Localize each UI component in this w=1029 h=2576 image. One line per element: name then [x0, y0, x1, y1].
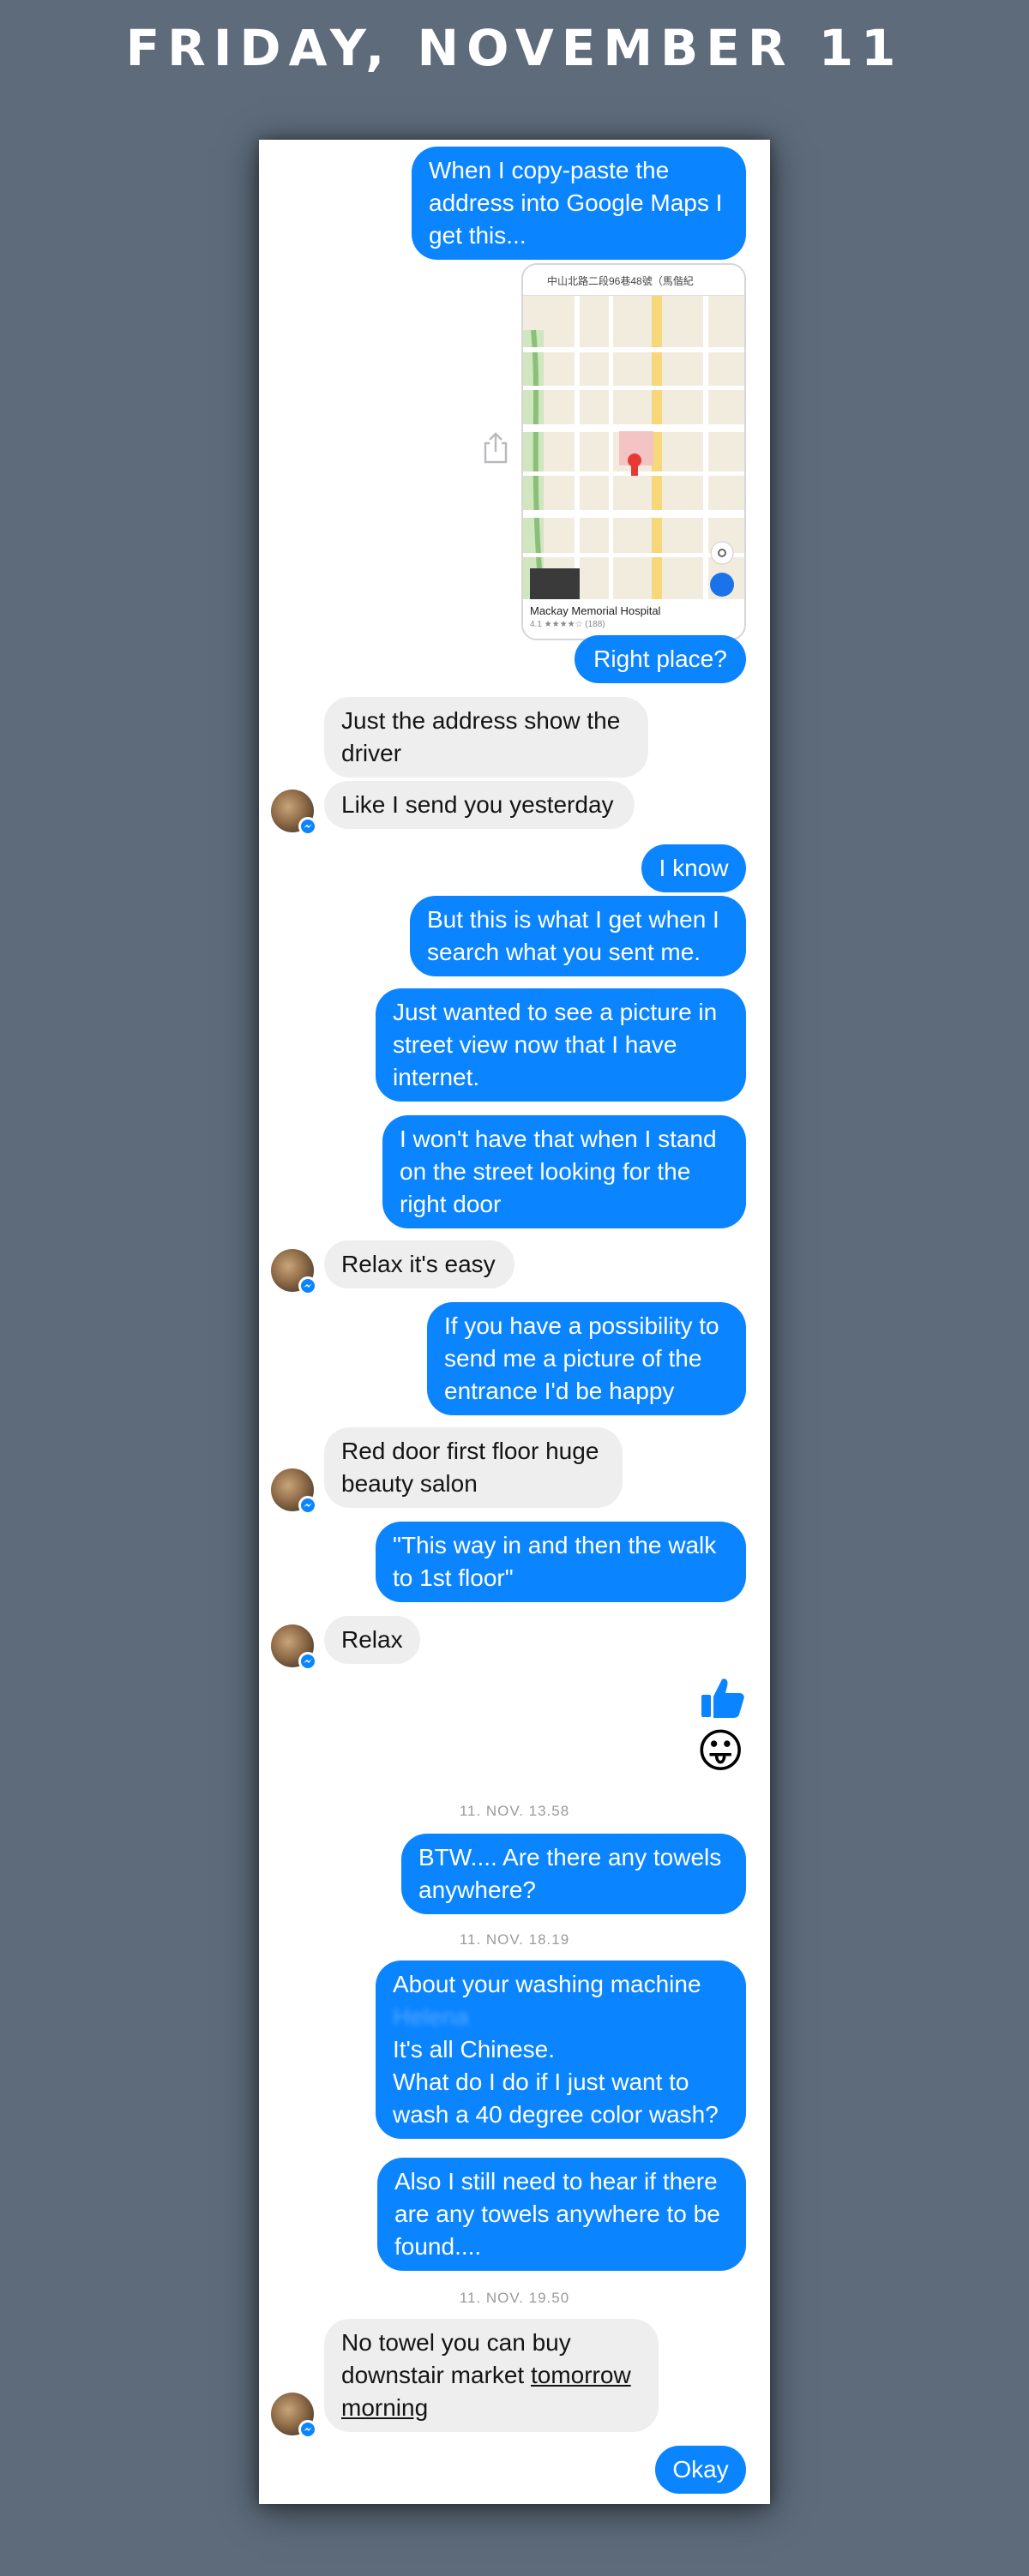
message-text: Also I still need to hear if there are a…	[394, 2168, 720, 2260]
message-outgoing[interactable]: About your washing machine Helena It's a…	[376, 1961, 746, 2139]
message-outgoing[interactable]: BTW.... Are there any towels anywhere?	[401, 1834, 746, 1914]
messenger-badge-icon	[298, 1652, 317, 1671]
message-text: BTW.... Are there any towels anywhere?	[418, 1844, 722, 1903]
message-text: But this is what I get when I search wha…	[427, 906, 719, 965]
message-text: Okay	[672, 2456, 729, 2483]
message-outgoing[interactable]: I know	[641, 844, 746, 892]
message-incoming[interactable]: Like I send you yesterday	[324, 781, 635, 829]
message-text: Right place?	[593, 646, 727, 672]
message-incoming[interactable]: Relax	[324, 1616, 420, 1664]
message-text: When I copy-paste the address into Googl…	[429, 157, 723, 249]
messenger-badge-icon	[298, 2420, 317, 2439]
messenger-badge-icon	[298, 1496, 317, 1515]
message-text-line: It's all Chinese.	[393, 2036, 555, 2063]
message-outgoing[interactable]: Okay	[655, 2446, 746, 2494]
message-incoming[interactable]: Just the address show the driver	[324, 697, 648, 778]
map-screenshot[interactable]: 中山北路二段96巷48號（馬偕紀 Mackay Memorial Hospita…	[521, 263, 746, 640]
map-place-card: Mackay Memorial Hospital 4.1 ★★★★☆ (188)	[523, 599, 744, 639]
map-search-bar: 中山北路二段96巷48號（馬偕紀	[523, 265, 744, 296]
avatar[interactable]	[271, 790, 317, 836]
map-place-name: Mackay Memorial Hospital	[530, 604, 661, 617]
message-outgoing[interactable]: But this is what I get when I search wha…	[410, 896, 746, 976]
message-outgoing[interactable]: "This way in and then the walk to 1st fl…	[376, 1522, 746, 1602]
message-text: Relax	[341, 1626, 403, 1653]
map-search-text: 中山北路二段96巷48號（馬偕紀	[547, 275, 694, 287]
avatar[interactable]	[271, 1249, 317, 1295]
message-text: Just the address show the driver	[341, 707, 621, 766]
tongue-emoji[interactable]: 😛	[696, 1726, 748, 1777]
message-text: "This way in and then the walk to 1st fl…	[393, 1532, 717, 1591]
share-icon[interactable]	[482, 431, 509, 464]
message-outgoing[interactable]: Right place?	[575, 635, 746, 683]
message-incoming[interactable]: No towel you can buy downstair market to…	[324, 2319, 659, 2432]
message-outgoing[interactable]: Just wanted to see a picture in street v…	[376, 988, 746, 1102]
message-outgoing[interactable]: If you have a possibility to send me a p…	[427, 1302, 746, 1415]
message-outgoing[interactable]: Also I still need to hear if there are a…	[377, 2158, 746, 2271]
message-text: Just wanted to see a picture in street v…	[393, 999, 718, 1090]
message-text: Relax it's easy	[341, 1251, 496, 1277]
message-text: I won't have that when I stand on the st…	[400, 1126, 717, 1217]
messenger-badge-icon	[298, 1276, 317, 1295]
timestamp: 11. NOV. 19.50	[459, 2290, 570, 2306]
message-incoming[interactable]: Relax it's easy	[324, 1240, 514, 1288]
avatar[interactable]	[271, 2393, 317, 2439]
messenger-badge-icon	[298, 817, 317, 836]
message-text-line: About your washing machine	[393, 1971, 701, 1997]
message-incoming[interactable]: Red door first floor huge beauty salon	[324, 1427, 623, 1508]
timestamp: 11. NOV. 18.19	[459, 1931, 570, 1948]
message-text: Like I send you yesterday	[341, 791, 614, 818]
avatar[interactable]	[271, 1624, 317, 1671]
page-title: FRIDAY, NOVEMBER 11	[125, 19, 904, 77]
map-place-rating: 4.1 ★★★★☆ (188)	[530, 620, 605, 629]
message-text: I know	[659, 855, 729, 881]
message-text-line: What do I do if I just want to wash a 40…	[393, 2069, 719, 2128]
redacted-name: Helena	[393, 2003, 469, 2030]
message-outgoing[interactable]: I won't have that when I stand on the st…	[382, 1115, 746, 1228]
map-image	[523, 296, 744, 603]
avatar[interactable]	[271, 1468, 317, 1515]
message-text: If you have a possibility to send me a p…	[444, 1312, 719, 1404]
message-text: Red door first floor huge beauty salon	[341, 1438, 599, 1497]
thumbs-up-icon[interactable]	[700, 1674, 746, 1720]
chat-panel: When I copy-paste the address into Googl…	[259, 140, 770, 2504]
timestamp: 11. NOV. 13.58	[459, 1803, 570, 1819]
message-outgoing[interactable]: When I copy-paste the address into Googl…	[412, 147, 746, 260]
